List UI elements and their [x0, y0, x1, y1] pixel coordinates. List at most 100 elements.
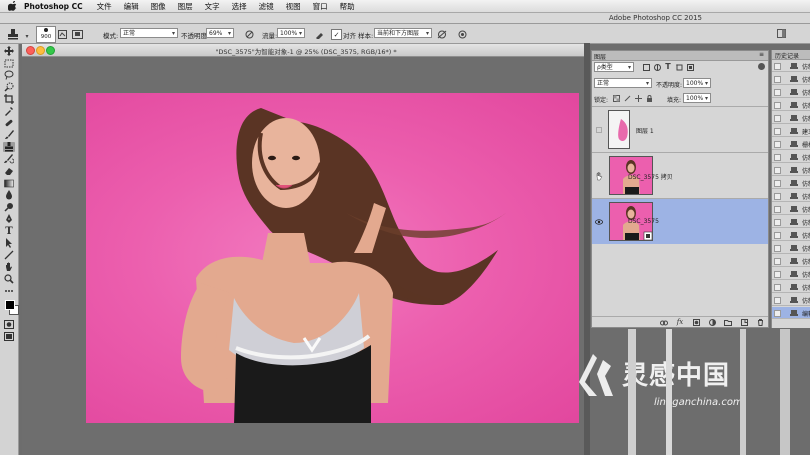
new-layer-icon[interactable] [740, 319, 748, 326]
history-source-checkbox[interactable] [774, 167, 781, 174]
lock-position-icon[interactable] [634, 94, 642, 102]
menu-layer[interactable]: 图层 [178, 1, 193, 12]
history-source-checkbox[interactable] [774, 102, 781, 109]
move-tool-icon[interactable] [3, 46, 15, 56]
brush-preset-picker[interactable]: 900 [36, 26, 56, 43]
link-layers-icon[interactable] [660, 319, 668, 326]
delete-layer-icon[interactable] [756, 319, 764, 326]
layer-name[interactable]: DSC_3575 [628, 218, 659, 225]
history-source-checkbox[interactable] [774, 63, 781, 70]
history-item[interactable]: 仿制 [772, 99, 810, 111]
history-source-checkbox[interactable] [774, 128, 781, 135]
more-tools-icon[interactable] [3, 286, 15, 296]
history-item[interactable]: 仿制 [772, 255, 810, 267]
lock-pixels-icon[interactable] [623, 94, 631, 102]
history-item[interactable]: 仿制 [772, 177, 810, 189]
pressure-size-icon[interactable] [457, 29, 467, 39]
filter-type-icon[interactable]: T [664, 62, 672, 71]
visibility-toggle-cursor-icon[interactable] [594, 171, 604, 181]
workspace-icon[interactable] [776, 28, 786, 38]
clone-stamp-tool-icon[interactable] [3, 142, 15, 152]
eraser-tool-icon[interactable] [3, 166, 15, 176]
history-source-checkbox[interactable] [774, 232, 781, 239]
history-item[interactable]: 仿制 [772, 73, 810, 85]
history-item[interactable]: 仿制 [772, 294, 810, 306]
flow-field[interactable]: 100% [277, 28, 305, 38]
quick-selection-tool-icon[interactable] [3, 82, 15, 92]
history-source-checkbox[interactable] [774, 206, 781, 213]
history-item[interactable]: 仿制 [772, 281, 810, 293]
history-source-checkbox[interactable] [774, 89, 781, 96]
history-brush-tool-icon[interactable] [3, 154, 15, 164]
layer-row-selected[interactable]: DSC_3575 [592, 198, 768, 244]
line-tool-icon[interactable] [3, 250, 15, 260]
history-item[interactable]: 仿制 [772, 60, 810, 72]
hand-tool-icon[interactable] [3, 262, 15, 272]
history-source-checkbox[interactable] [774, 258, 781, 265]
apple-icon[interactable] [8, 1, 18, 11]
history-source-checkbox[interactable] [774, 310, 781, 317]
crop-tool-icon[interactable] [3, 94, 15, 104]
history-item[interactable]: 仿制 [772, 216, 810, 228]
history-source-checkbox[interactable] [774, 219, 781, 226]
canvas-photo[interactable] [86, 93, 579, 423]
marquee-tool-icon[interactable] [3, 58, 15, 68]
ignore-adjustment-layers-icon[interactable] [437, 29, 447, 39]
align-checkbox[interactable]: ✓ [331, 29, 342, 40]
screen-mode-icon[interactable] [3, 331, 15, 341]
layer-row[interactable]: 图层 1 [592, 106, 768, 152]
menu-select[interactable]: 选择 [232, 1, 247, 12]
opacity-field[interactable]: 69% [206, 28, 234, 38]
layers-opacity-field[interactable]: 100% [683, 78, 711, 88]
history-item[interactable]: 仿制 [772, 112, 810, 124]
history-source-checkbox[interactable] [774, 180, 781, 187]
filter-toggle-icon[interactable] [758, 63, 765, 70]
quick-mask-icon[interactable] [3, 319, 15, 329]
clone-stamp-icon[interactable] [6, 28, 20, 40]
filter-pixel-icon[interactable] [642, 63, 650, 71]
airbrush-icon[interactable] [314, 29, 324, 39]
history-item[interactable]: 仿制 [772, 242, 810, 254]
brush-panel-icon[interactable] [57, 29, 67, 39]
sample-dropdown[interactable]: 当前和下方图层 [374, 28, 432, 38]
filter-smart-object-icon[interactable] [686, 63, 694, 71]
tool-preset-chevron-icon[interactable]: ▾ [24, 33, 30, 40]
history-source-checkbox[interactable] [774, 297, 781, 304]
history-item[interactable]: 仿制 [772, 203, 810, 215]
history-source-checkbox[interactable] [774, 271, 781, 278]
brush-tool-icon[interactable] [3, 130, 15, 140]
zoom-tool-icon[interactable] [3, 274, 15, 284]
layer-row[interactable]: DSC_3575 拷贝 [592, 152, 768, 198]
history-item[interactable]: 仿制 [772, 164, 810, 176]
history-item[interactable]: 仿制 [772, 190, 810, 202]
menu-window[interactable]: 窗口 [313, 1, 328, 12]
history-source-checkbox[interactable] [774, 245, 781, 252]
history-item-selected[interactable]: 编辑 [772, 307, 810, 319]
clone-source-panel-icon[interactable] [71, 29, 83, 39]
blur-tool-icon[interactable] [3, 190, 15, 200]
history-source-checkbox[interactable] [774, 115, 781, 122]
pressure-opacity-icon[interactable] [244, 29, 254, 39]
add-mask-icon[interactable] [692, 319, 700, 326]
lasso-tool-icon[interactable] [3, 70, 15, 80]
menu-image[interactable]: 图像 [151, 1, 166, 12]
panel-menu-icon[interactable]: ≡ [759, 51, 764, 58]
menu-view[interactable]: 视图 [286, 1, 301, 12]
history-source-checkbox[interactable] [774, 141, 781, 148]
lock-transparent-icon[interactable] [612, 94, 620, 102]
layer-name[interactable]: DSC_3575 拷贝 [628, 172, 673, 181]
eyedropper-tool-icon[interactable] [3, 106, 15, 116]
fill-field[interactable]: 100% [683, 93, 711, 103]
lock-all-icon[interactable] [645, 94, 653, 102]
history-source-checkbox[interactable] [774, 154, 781, 161]
menu-filter[interactable]: 滤镜 [259, 1, 274, 12]
new-group-icon[interactable] [724, 319, 732, 326]
mode-dropdown[interactable]: 正常 [120, 28, 178, 38]
path-selection-tool-icon[interactable] [3, 238, 15, 248]
filter-adjustment-icon[interactable] [653, 63, 661, 71]
adjustment-layer-icon[interactable] [708, 319, 716, 326]
type-tool-icon[interactable]: T [3, 226, 15, 237]
menu-app-name[interactable]: Photoshop CC [24, 2, 83, 11]
history-item[interactable]: 仿制 [772, 151, 810, 163]
history-item[interactable]: 仿制 [772, 86, 810, 98]
